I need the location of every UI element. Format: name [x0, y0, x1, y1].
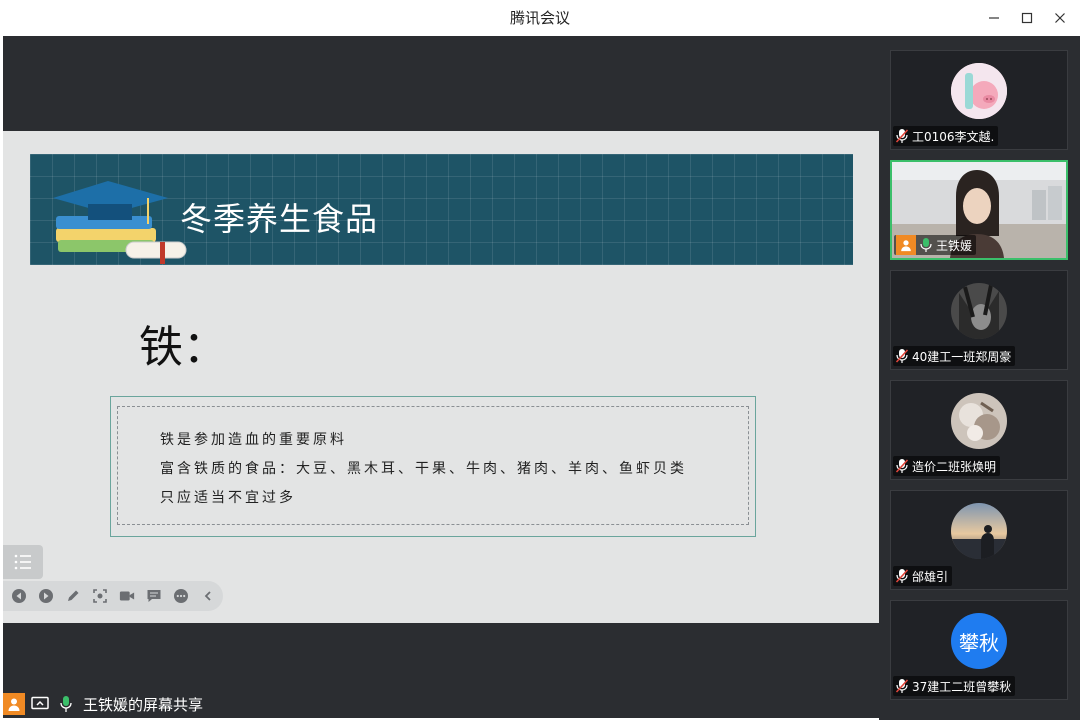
- participant-name: 王铁媛: [936, 238, 973, 253]
- minimize-icon: [989, 17, 999, 19]
- slide-menu-button[interactable]: [3, 545, 43, 579]
- focus-button[interactable]: [92, 588, 108, 604]
- slide-text-line: 富含铁质的食品：大豆、黑木耳、干果、牛肉、猪肉、羊肉、鱼虾贝类: [160, 461, 687, 477]
- more-icon: [174, 589, 188, 603]
- participant-name: 邰雄引: [912, 569, 949, 584]
- participant-tile[interactable]: 攀秋 37建工二班曾攀秋: [890, 600, 1068, 700]
- pig-avatar: [951, 63, 1007, 119]
- pen-icon: [68, 590, 79, 601]
- host-icon: [3, 693, 25, 715]
- close-icon: [1055, 13, 1065, 23]
- chevron-left-icon: [204, 591, 211, 601]
- host-badge-icon: [896, 235, 916, 255]
- participant-name: 造价二班张焕明: [912, 459, 997, 474]
- graduation-cap-books-icon: [53, 181, 187, 264]
- next-icon: [39, 589, 53, 603]
- mic-muted-icon: [895, 349, 909, 363]
- slide-text-line: 只应适当不宜过多: [160, 490, 296, 506]
- screen-share-label: 王铁媛的屏幕共享: [83, 695, 204, 714]
- participant-tile[interactable]: 邰雄引: [890, 490, 1068, 590]
- screen-share-icon: [29, 693, 51, 715]
- text-avatar: 攀秋: [951, 613, 1007, 669]
- video-icon: [119, 591, 135, 601]
- participant-name: 40建工一班郑周豪: [912, 349, 1012, 364]
- pen-button[interactable]: [65, 588, 81, 604]
- participant-name: 工0106李文越.: [912, 129, 995, 144]
- sunset-avatar: [951, 503, 1007, 559]
- collapse-toolbar-button[interactable]: [200, 588, 216, 604]
- participant-name: 37建工二班曾攀秋: [912, 679, 1012, 694]
- slide-banner: 冬季养生食品: [30, 154, 853, 265]
- screen-share-indicator: 王铁媛的屏幕共享: [3, 690, 203, 718]
- previous-icon: [12, 589, 26, 603]
- comment-icon: [147, 590, 161, 602]
- previous-slide-button[interactable]: [11, 588, 27, 604]
- microphone-icon: [55, 693, 77, 715]
- slide-toolbar: [3, 581, 223, 611]
- video-button[interactable]: [119, 588, 135, 604]
- maximize-icon: [1021, 12, 1033, 24]
- slide-banner-title: 冬季养生食品: [180, 200, 379, 238]
- participant-tile-active[interactable]: 王铁媛: [890, 160, 1068, 260]
- anime-avatar: [951, 283, 1007, 339]
- shared-screen-stage: 冬季养生食品 铁： 铁是参加造血的重要原料 富含铁质的食品：大豆、黑木耳、干果、…: [3, 36, 879, 718]
- photo-avatar: [951, 393, 1007, 449]
- participant-tile[interactable]: 造价二班张焕明: [890, 380, 1068, 480]
- mic-muted-icon: [895, 569, 909, 583]
- participant-name-tag: 37建工二班曾攀秋: [893, 676, 1016, 696]
- more-button[interactable]: [173, 588, 189, 604]
- title-bar: 腾讯会议: [0, 0, 1080, 36]
- mic-muted-icon: [895, 679, 909, 693]
- participant-name-tag: 邰雄引: [893, 566, 953, 586]
- window-title: 腾讯会议: [509, 9, 570, 27]
- mic-active-icon: [920, 238, 932, 252]
- participant-name-tag: 王铁媛: [894, 235, 977, 255]
- participants-panel: 工0106李文越. 王铁媛 40建工一班郑周豪 造价二班张焕明 邰雄引 攀秋 3…: [879, 36, 1080, 720]
- participant-name-tag: 工0106李文越.: [893, 126, 999, 146]
- participant-name-tag: 造价二班张焕明: [893, 456, 1001, 476]
- presentation-slide: 冬季养生食品 铁： 铁是参加造血的重要原料 富含铁质的食品：大豆、黑木耳、干果、…: [3, 131, 879, 623]
- slide-heading: 铁：: [139, 322, 227, 373]
- slide-text-line: 铁是参加造血的重要原料: [160, 432, 347, 448]
- mic-muted-icon: [895, 459, 909, 473]
- participant-name-tag: 40建工一班郑周豪: [893, 346, 1016, 366]
- mic-muted-icon: [895, 129, 909, 143]
- maximize-button[interactable]: [1014, 6, 1040, 30]
- slide-text-box: 铁是参加造血的重要原料 富含铁质的食品：大豆、黑木耳、干果、牛肉、猪肉、羊肉、鱼…: [110, 396, 756, 537]
- next-slide-button[interactable]: [38, 588, 54, 604]
- minimize-button[interactable]: [981, 6, 1007, 30]
- list-icon: [14, 554, 31, 570]
- participant-tile[interactable]: 工0106李文越.: [890, 50, 1068, 150]
- comment-button[interactable]: [146, 588, 162, 604]
- close-button[interactable]: [1047, 6, 1073, 30]
- participant-tile[interactable]: 40建工一班郑周豪: [890, 270, 1068, 370]
- focus-icon: [93, 589, 107, 603]
